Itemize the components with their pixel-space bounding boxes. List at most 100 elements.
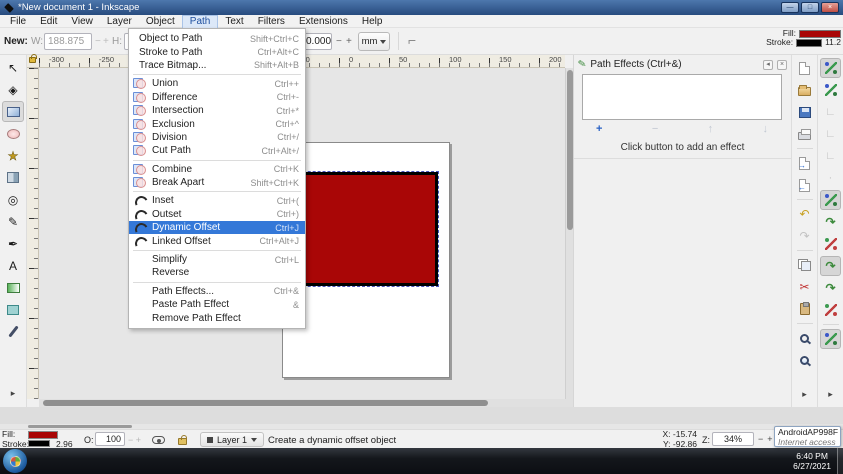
panel-collapse-button[interactable]: ◂ <box>763 60 773 70</box>
red-rectangle-object[interactable] <box>289 172 438 286</box>
menu-item-outset[interactable]: OutsetCtrl+) <box>129 208 305 221</box>
menu-item-exclusion[interactable]: ExclusionCtrl+^ <box>129 117 305 130</box>
undo-button[interactable]: ↶ <box>794 204 815 224</box>
menu-item-inset[interactable]: InsetCtrl+( <box>129 194 305 207</box>
cut-button[interactable]: ✂ <box>794 277 815 297</box>
menu-text[interactable]: Text <box>218 15 250 28</box>
scrollbar-thumb[interactable] <box>43 400 488 406</box>
taskbar-clock[interactable]: 6:40 PM 6/27/2021 <box>787 451 837 471</box>
panel-close-button[interactable]: × <box>777 60 787 70</box>
menu-path[interactable]: Path <box>182 15 219 28</box>
paste-button[interactable] <box>794 299 815 319</box>
layer-visibility-icon[interactable] <box>152 436 165 444</box>
menu-object[interactable]: Object <box>139 15 182 28</box>
close-button[interactable]: × <box>821 2 839 13</box>
menu-edit[interactable]: Edit <box>33 15 64 28</box>
rectangle-tool[interactable] <box>2 101 24 122</box>
save-button[interactable] <box>794 102 815 122</box>
stroke-swatch[interactable] <box>796 39 822 47</box>
ellipse-tool[interactable] <box>2 123 24 144</box>
toolbox-overflow[interactable]: ▸ <box>2 383 24 404</box>
redo-button[interactable]: ↷ <box>794 226 815 246</box>
remove-effect-button[interactable]: − <box>652 123 658 138</box>
menu-item-union[interactable]: UnionCtrl++ <box>129 77 305 90</box>
menu-item-stroke-to-path[interactable]: Stroke to PathCtrl+Alt+C <box>129 45 305 58</box>
add-effect-button[interactable]: + <box>596 123 602 138</box>
new-document-button[interactable] <box>794 58 815 78</box>
menu-item-reverse[interactable]: Reverse <box>129 266 305 279</box>
menu-item-division[interactable]: DivisionCtrl+/ <box>129 131 305 144</box>
move-effect-up-button[interactable]: ↑ <box>708 123 714 138</box>
vertical-ruler[interactable] <box>27 68 39 399</box>
menu-item-simplify[interactable]: SimplifyCtrl+L <box>129 253 305 266</box>
export-button[interactable] <box>794 175 815 195</box>
selector-tool[interactable]: ↖ <box>2 57 24 78</box>
pencil-tool[interactable]: ✎ <box>2 211 24 232</box>
menu-item-combine[interactable]: CombineCtrl+K <box>129 163 305 176</box>
stroke-color-swatch[interactable] <box>28 440 50 447</box>
menu-help[interactable]: Help <box>355 15 390 28</box>
snap-cusp-nodes-toggle[interactable]: ↷ <box>820 256 841 276</box>
commands-overflow[interactable]: ▸ <box>794 384 815 404</box>
width-field[interactable]: 188.875 <box>44 33 92 50</box>
menu-item-paste-path-effect[interactable]: Paste Path Effect& <box>129 298 305 311</box>
import-button[interactable] <box>794 153 815 173</box>
menu-item-trace-bitmap[interactable]: Trace Bitmap...Shift+Alt+B <box>129 59 305 72</box>
move-effect-down-button[interactable]: ↓ <box>763 123 769 138</box>
fill-color-swatch[interactable] <box>28 431 58 439</box>
zoom-drawing-button[interactable] <box>794 350 815 370</box>
snap-bounding-box-toggle[interactable] <box>820 80 841 100</box>
spiral-tool[interactable]: ◎ <box>2 189 24 210</box>
lock-icon[interactable] <box>29 57 36 63</box>
open-document-button[interactable] <box>794 80 815 100</box>
menu-item-break-apart[interactable]: Break ApartShift+Ctrl+K <box>129 176 305 189</box>
menu-item-cut-path[interactable]: Cut PathCtrl+Alt+/ <box>129 144 305 157</box>
sharp-corners-icon[interactable]: ⌐ <box>408 32 416 48</box>
menu-filters[interactable]: Filters <box>251 15 292 28</box>
menu-item-dynamic-offset[interactable]: Dynamic OffsetCtrl+J <box>129 221 305 234</box>
ry-field[interactable]: 0.000 <box>302 33 332 50</box>
zoom-button[interactable] <box>794 328 815 348</box>
menu-item-remove-path-effect[interactable]: Remove Path Effect <box>129 311 305 324</box>
node-editor-tool[interactable]: ◈ <box>2 79 24 100</box>
menu-item-object-to-path[interactable]: Object to PathShift+Ctrl+C <box>129 32 305 45</box>
gradient-tool[interactable] <box>2 277 24 298</box>
menu-layer[interactable]: Layer <box>100 15 139 28</box>
effect-list[interactable] <box>582 74 782 120</box>
ry-increment[interactable]: + <box>346 36 352 47</box>
layer-lock-icon[interactable] <box>178 438 187 445</box>
text-tool[interactable]: A <box>2 255 24 276</box>
snap-paths-toggle[interactable]: ↷ <box>820 212 841 232</box>
menu-item-difference[interactable]: DifferenceCtrl+- <box>129 91 305 104</box>
layer-selector[interactable]: Layer 1 <box>200 432 264 447</box>
opacity-field[interactable]: 100 <box>95 432 125 446</box>
opacity-steppers[interactable]: − + <box>128 435 141 445</box>
snap-bbox-centers-toggle[interactable]: · <box>820 168 841 188</box>
snap-overflow[interactable]: ▸ <box>820 384 841 404</box>
menu-item-intersection[interactable]: IntersectionCtrl+* <box>129 104 305 117</box>
menu-item-linked-offset[interactable]: Linked OffsetCtrl+Alt+J <box>129 234 305 247</box>
snap-midpoints-toggle[interactable] <box>820 300 841 320</box>
menu-extensions[interactable]: Extensions <box>292 15 355 28</box>
restore-button[interactable]: □ <box>801 2 819 13</box>
snap-path-intersections-toggle[interactable] <box>820 234 841 254</box>
duplicate-button[interactable] <box>794 255 815 275</box>
menu-item-path-effects[interactable]: Path Effects...Ctrl+& <box>129 285 305 298</box>
minimize-button[interactable]: — <box>781 2 799 13</box>
scrollbar-thumb[interactable] <box>28 425 132 428</box>
menu-view[interactable]: View <box>64 15 100 28</box>
dropper-tool[interactable] <box>2 321 24 342</box>
canvas-horizontal-scrollbar[interactable] <box>39 399 573 407</box>
star-tool[interactable]: ★ <box>2 145 24 166</box>
show-desktop-button[interactable] <box>837 448 843 474</box>
snap-enable-toggle[interactable] <box>820 58 841 78</box>
snap-others-toggle[interactable] <box>820 329 841 349</box>
width-decrement[interactable]: − <box>95 36 101 47</box>
snap-bbox-edges-toggle[interactable]: ∟ <box>820 102 841 122</box>
ry-decrement[interactable]: − <box>336 36 342 47</box>
connector-tool[interactable] <box>2 299 24 320</box>
print-button[interactable] <box>794 124 815 144</box>
box3d-tool[interactable] <box>2 167 24 188</box>
snap-bbox-corners-toggle[interactable]: ∟ <box>820 124 841 144</box>
snap-bbox-midpoints-toggle[interactable]: ∟ <box>820 146 841 166</box>
